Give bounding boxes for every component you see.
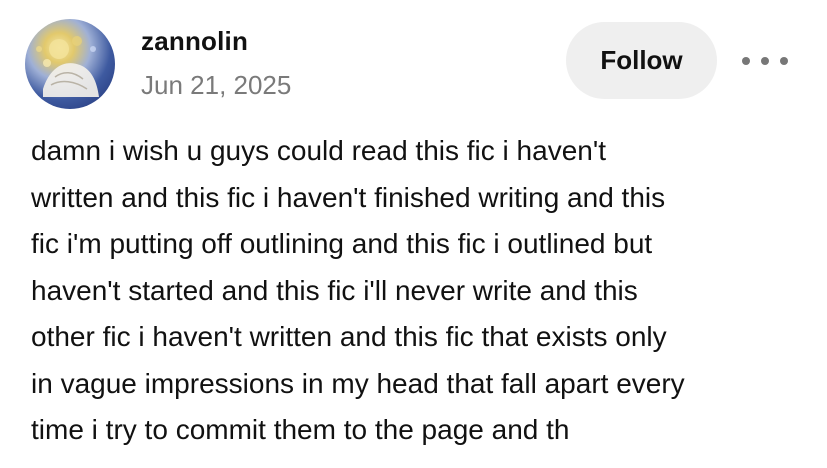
avatar[interactable] (25, 19, 115, 109)
post-body-line: time i try to commit them to the page an… (31, 414, 570, 445)
post-card: zannolin Jun 21, 2025 Follow damn i wish… (0, 0, 827, 468)
more-options-icon[interactable] (742, 48, 788, 74)
post-date[interactable]: Jun 21, 2025 (141, 70, 291, 101)
more-dot (761, 57, 769, 65)
post-body: damn i wish u guys could read this fic i… (31, 128, 811, 454)
more-dot (780, 57, 788, 65)
artwork-avatar-icon (36, 36, 99, 97)
post-body-line: haven't started and this fic i'll never … (31, 274, 638, 306)
post-body-line: damn i wish u guys could read this fic i… (31, 135, 606, 166)
username[interactable]: zannolin (141, 26, 248, 57)
more-dot (742, 57, 750, 65)
post-body-line: written and this fic i haven't finished … (31, 181, 666, 213)
post-body-line: fic i'm putting off outlining and this f… (31, 228, 653, 259)
post-body-line: other fic i haven't written and this fic… (31, 321, 667, 352)
follow-button[interactable]: Follow (566, 22, 717, 99)
post-body-line: in vague impressions in my head that fal… (31, 367, 685, 399)
